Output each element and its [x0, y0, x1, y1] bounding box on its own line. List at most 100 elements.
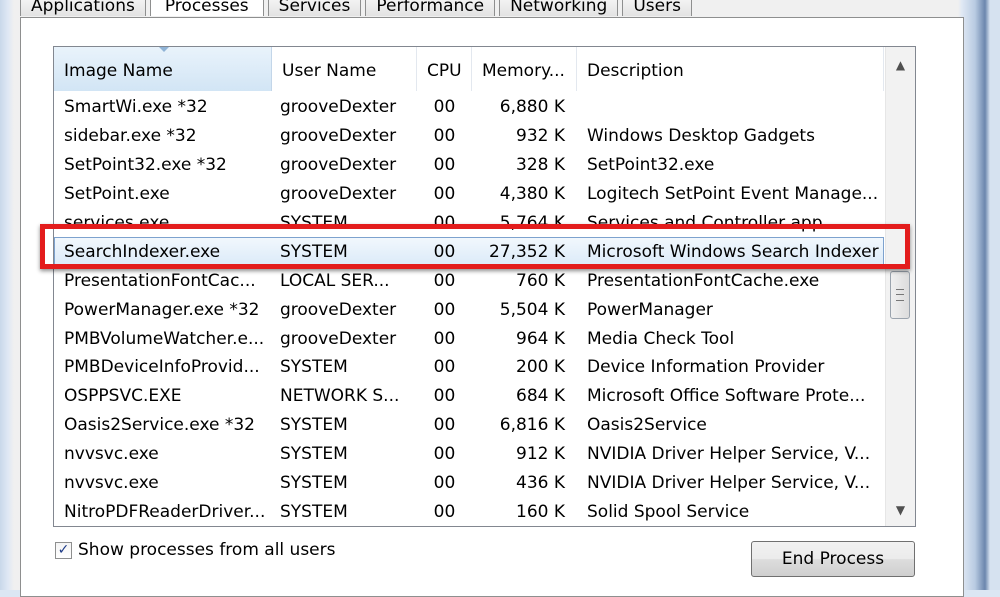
show-all-users-option[interactable]: ✓ Show processes from all users	[55, 540, 336, 560]
cell-description: Logitech SetPoint Event Manage...	[587, 184, 879, 205]
table-row[interactable]: PresentationFontCac... LOCAL SER... 00 760 …	[54, 266, 884, 295]
cell-cpu: 00	[433, 126, 456, 147]
cell-memory: 6,816 K	[499, 415, 565, 436]
cell-description: Windows Desktop Gadgets	[587, 126, 815, 147]
tab-applications[interactable]: Applications	[20, 0, 146, 16]
cell-cpu: 00	[433, 357, 456, 378]
table-row[interactable]: PMBDeviceInfoProvid... SYSTEM 00 200 K Devic…	[54, 353, 884, 382]
cell-memory: 760 K	[516, 270, 565, 291]
cell-memory: 328 K	[516, 155, 565, 176]
table-row[interactable]: NitroPDFReaderDriver... SYSTEM 00 160 K Soli…	[54, 497, 884, 526]
cell-user: SYSTEM	[280, 444, 348, 465]
table-row[interactable]: PowerManager.exe *32 grooveDexter 00 5,504 …	[54, 295, 884, 324]
cell-memory: 932 K	[516, 126, 565, 147]
table-row[interactable]: nvvsvc.exe SYSTEM 00 912 K NVIDIA Driver Hel…	[54, 440, 884, 469]
cell-image: SmartWi.exe *32	[64, 97, 208, 118]
cell-description: Media Check Tool	[587, 328, 735, 349]
cell-memory: 160 K	[516, 501, 565, 522]
column-headers: Image Name User Name CPU Memory... Descripti…	[54, 47, 884, 91]
cell-user: grooveDexter	[280, 299, 397, 320]
cell-description: NVIDIA Driver Helper Service, V...	[587, 444, 871, 465]
cell-description: SetPoint32.exe	[587, 155, 715, 176]
column-header-cpu[interactable]: CPU	[417, 47, 472, 91]
cell-user: grooveDexter	[280, 126, 397, 147]
cell-image: OSPPSVC.EXE	[64, 386, 182, 407]
cell-cpu: 00	[433, 328, 456, 349]
cell-image: SetPoint.exe	[64, 184, 170, 205]
tab-users[interactable]: Users	[622, 0, 692, 16]
process-rows: SmartWi.exe *32 grooveDexter 00 6,880 K side…	[54, 93, 884, 526]
cell-image: PowerManager.exe *32	[64, 299, 260, 320]
cell-cpu: 00	[433, 415, 456, 436]
cell-memory: 5,504 K	[499, 299, 565, 320]
table-row[interactable]: SetPoint32.exe *32 grooveDexter 00 328 K Set…	[54, 151, 884, 180]
cell-memory: 4,380 K	[499, 184, 565, 205]
cell-image: Oasis2Service.exe *32	[64, 415, 255, 436]
cell-image: PMBDeviceInfoProvid...	[64, 357, 260, 378]
cell-image: NitroPDFReaderDriver...	[64, 501, 266, 522]
cell-cpu: 00	[433, 386, 456, 407]
cell-cpu: 00	[433, 270, 456, 291]
table-row[interactable]: nvvsvc.exe SYSTEM 00 436 K NVIDIA Driver Hel…	[54, 469, 884, 498]
cell-user: SYSTEM	[280, 473, 348, 494]
table-row[interactable]: Oasis2Service.exe *32 SYSTEM 00 6,816 K Oasi…	[54, 411, 884, 440]
scroll-thumb[interactable]	[890, 271, 910, 319]
table-row[interactable]: SetPoint.exe grooveDexter 00 4,380 K Logitec…	[54, 180, 884, 209]
cell-image: PMBVolumeWatcher.e...	[64, 328, 265, 349]
cell-user: grooveDexter	[280, 184, 397, 205]
cell-memory: 436 K	[516, 473, 565, 494]
table-row[interactable]: sidebar.exe *32 grooveDexter 00 932 K Window…	[54, 122, 884, 151]
column-header-image-name[interactable]: Image Name	[54, 47, 272, 91]
cell-user: SYSTEM	[280, 357, 348, 378]
scroll-down-arrow-icon[interactable]: ▼	[886, 494, 915, 526]
cell-memory: 912 K	[516, 444, 565, 465]
vertical-scrollbar[interactable]: ▲ ▼	[885, 47, 915, 526]
cell-memory: 200 K	[516, 357, 565, 378]
show-all-users-checkbox[interactable]: ✓	[55, 541, 72, 559]
cell-cpu: 00	[433, 299, 456, 320]
end-process-button[interactable]: End Process	[751, 541, 915, 577]
cell-description: NVIDIA Driver Helper Service, V...	[587, 473, 871, 494]
tab-strip: Applications Processes Services Performance…	[20, 0, 696, 18]
cell-cpu: 00	[433, 444, 456, 465]
table-row[interactable]: SmartWi.exe *32 grooveDexter 00 6,880 K	[54, 93, 884, 122]
sort-arrow-icon	[158, 47, 170, 52]
cell-description: Oasis2Service	[587, 415, 707, 436]
cell-user: grooveDexter	[280, 328, 397, 349]
cell-user: NETWORK S...	[280, 386, 400, 407]
table-row[interactable]: OSPPSVC.EXE NETWORK S... 00 684 K Microsoft …	[54, 382, 884, 411]
cell-description: PresentationFontCache.exe	[587, 270, 820, 291]
cell-memory: 964 K	[516, 328, 565, 349]
cell-user: SYSTEM	[280, 415, 348, 436]
table-row[interactable]: PMBVolumeWatcher.e... grooveDexter 00 964 K…	[54, 324, 884, 353]
cell-description: PowerManager	[587, 299, 713, 320]
cell-user: SYSTEM	[280, 501, 348, 522]
column-header-description[interactable]: Description	[577, 47, 884, 91]
show-all-users-label: Show processes from all users	[78, 540, 336, 560]
cell-image: SetPoint32.exe *32	[64, 155, 227, 176]
cell-user: grooveDexter	[280, 155, 397, 176]
tab-processes[interactable]: Processes	[149, 0, 264, 16]
cell-cpu: 00	[433, 97, 456, 118]
tab-networking[interactable]: Networking	[499, 0, 619, 16]
tab-services[interactable]: Services	[267, 0, 362, 16]
grip-icon	[896, 289, 904, 301]
column-header-memory[interactable]: Memory...	[472, 47, 577, 91]
cell-description: Device Information Provider	[587, 357, 825, 378]
cell-description: Solid Spool Service	[587, 501, 750, 522]
cell-image: nvvsvc.exe	[64, 473, 159, 494]
process-list[interactable]: Image Name User Name CPU Memory... Descripti…	[53, 46, 916, 527]
cell-description: Microsoft Office Software Prote...	[587, 386, 866, 407]
cell-image: nvvsvc.exe	[64, 444, 159, 465]
column-header-user-name[interactable]: User Name	[272, 47, 417, 91]
tab-performance[interactable]: Performance	[365, 0, 496, 16]
cell-cpu: 00	[433, 501, 456, 522]
cell-memory: 684 K	[516, 386, 565, 407]
cell-cpu: 00	[433, 155, 456, 176]
scroll-up-arrow-icon[interactable]: ▲	[886, 49, 915, 81]
cell-user: grooveDexter	[280, 97, 397, 118]
cell-cpu: 00	[433, 184, 456, 205]
cell-memory: 6,880 K	[499, 97, 565, 118]
highlight-annotation-box	[40, 224, 910, 269]
checkmark-icon: ✓	[57, 542, 70, 558]
